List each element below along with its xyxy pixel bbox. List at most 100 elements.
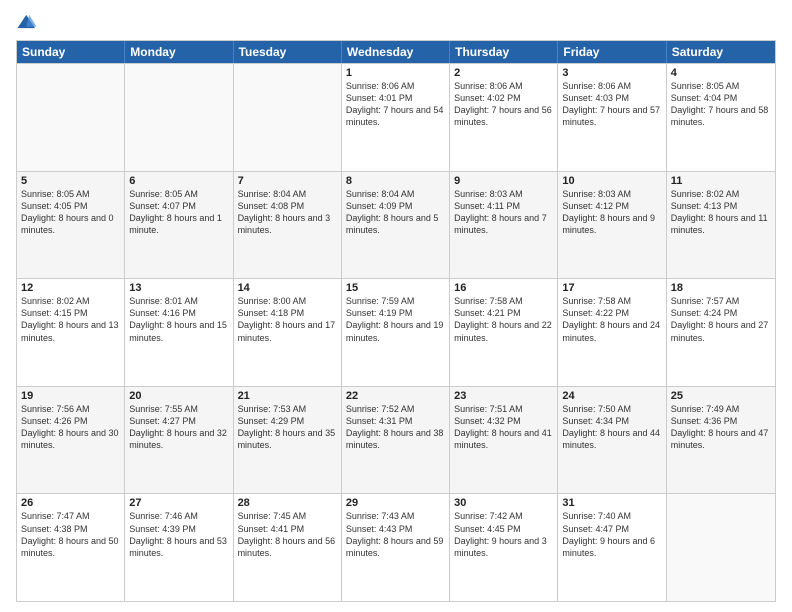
day-info-26: Sunrise: 7:47 AM Sunset: 4:38 PM Dayligh… (21, 510, 120, 559)
day-cell-15: 15Sunrise: 7:59 AM Sunset: 4:19 PM Dayli… (342, 279, 450, 386)
weekday-header-monday: Monday (125, 41, 233, 63)
page: SundayMondayTuesdayWednesdayThursdayFrid… (0, 0, 792, 612)
day-number-20: 20 (129, 390, 228, 402)
day-number-26: 26 (21, 497, 120, 509)
empty-cell-0-1 (125, 64, 233, 171)
day-number-2: 2 (454, 67, 553, 79)
day-cell-17: 17Sunrise: 7:58 AM Sunset: 4:22 PM Dayli… (558, 279, 666, 386)
day-info-4: Sunrise: 8:05 AM Sunset: 4:04 PM Dayligh… (671, 80, 771, 129)
day-number-15: 15 (346, 282, 445, 294)
day-info-20: Sunrise: 7:55 AM Sunset: 4:27 PM Dayligh… (129, 403, 228, 452)
day-info-17: Sunrise: 7:58 AM Sunset: 4:22 PM Dayligh… (562, 295, 661, 344)
day-cell-10: 10Sunrise: 8:03 AM Sunset: 4:12 PM Dayli… (558, 172, 666, 279)
day-info-1: Sunrise: 8:06 AM Sunset: 4:01 PM Dayligh… (346, 80, 445, 129)
day-number-3: 3 (562, 67, 661, 79)
day-number-1: 1 (346, 67, 445, 79)
day-number-13: 13 (129, 282, 228, 294)
day-cell-4: 4Sunrise: 8:05 AM Sunset: 4:04 PM Daylig… (667, 64, 775, 171)
day-number-8: 8 (346, 175, 445, 187)
day-cell-24: 24Sunrise: 7:50 AM Sunset: 4:34 PM Dayli… (558, 387, 666, 494)
day-info-29: Sunrise: 7:43 AM Sunset: 4:43 PM Dayligh… (346, 510, 445, 559)
day-number-29: 29 (346, 497, 445, 509)
day-cell-16: 16Sunrise: 7:58 AM Sunset: 4:21 PM Dayli… (450, 279, 558, 386)
day-number-30: 30 (454, 497, 553, 509)
day-cell-21: 21Sunrise: 7:53 AM Sunset: 4:29 PM Dayli… (234, 387, 342, 494)
day-cell-25: 25Sunrise: 7:49 AM Sunset: 4:36 PM Dayli… (667, 387, 775, 494)
day-number-21: 21 (238, 390, 337, 402)
day-cell-6: 6Sunrise: 8:05 AM Sunset: 4:07 PM Daylig… (125, 172, 233, 279)
day-info-21: Sunrise: 7:53 AM Sunset: 4:29 PM Dayligh… (238, 403, 337, 452)
day-info-22: Sunrise: 7:52 AM Sunset: 4:31 PM Dayligh… (346, 403, 445, 452)
day-number-23: 23 (454, 390, 553, 402)
day-info-30: Sunrise: 7:42 AM Sunset: 4:45 PM Dayligh… (454, 510, 553, 559)
day-cell-8: 8Sunrise: 8:04 AM Sunset: 4:09 PM Daylig… (342, 172, 450, 279)
day-number-10: 10 (562, 175, 661, 187)
day-info-19: Sunrise: 7:56 AM Sunset: 4:26 PM Dayligh… (21, 403, 120, 452)
day-number-16: 16 (454, 282, 553, 294)
day-info-24: Sunrise: 7:50 AM Sunset: 4:34 PM Dayligh… (562, 403, 661, 452)
day-info-31: Sunrise: 7:40 AM Sunset: 4:47 PM Dayligh… (562, 510, 661, 559)
day-number-28: 28 (238, 497, 337, 509)
day-cell-30: 30Sunrise: 7:42 AM Sunset: 4:45 PM Dayli… (450, 494, 558, 601)
day-number-31: 31 (562, 497, 661, 509)
day-cell-29: 29Sunrise: 7:43 AM Sunset: 4:43 PM Dayli… (342, 494, 450, 601)
day-cell-5: 5Sunrise: 8:05 AM Sunset: 4:05 PM Daylig… (17, 172, 125, 279)
day-info-5: Sunrise: 8:05 AM Sunset: 4:05 PM Dayligh… (21, 188, 120, 237)
calendar: SundayMondayTuesdayWednesdayThursdayFrid… (16, 40, 776, 602)
weekday-header-friday: Friday (558, 41, 666, 63)
day-number-12: 12 (21, 282, 120, 294)
day-cell-19: 19Sunrise: 7:56 AM Sunset: 4:26 PM Dayli… (17, 387, 125, 494)
day-number-24: 24 (562, 390, 661, 402)
day-number-9: 9 (454, 175, 553, 187)
day-number-6: 6 (129, 175, 228, 187)
day-number-19: 19 (21, 390, 120, 402)
day-cell-7: 7Sunrise: 8:04 AM Sunset: 4:08 PM Daylig… (234, 172, 342, 279)
day-info-25: Sunrise: 7:49 AM Sunset: 4:36 PM Dayligh… (671, 403, 771, 452)
calendar-row-4: 26Sunrise: 7:47 AM Sunset: 4:38 PM Dayli… (17, 493, 775, 601)
day-cell-28: 28Sunrise: 7:45 AM Sunset: 4:41 PM Dayli… (234, 494, 342, 601)
day-number-14: 14 (238, 282, 337, 294)
day-cell-2: 2Sunrise: 8:06 AM Sunset: 4:02 PM Daylig… (450, 64, 558, 171)
day-cell-26: 26Sunrise: 7:47 AM Sunset: 4:38 PM Dayli… (17, 494, 125, 601)
calendar-row-3: 19Sunrise: 7:56 AM Sunset: 4:26 PM Dayli… (17, 386, 775, 494)
day-info-7: Sunrise: 8:04 AM Sunset: 4:08 PM Dayligh… (238, 188, 337, 237)
day-info-8: Sunrise: 8:04 AM Sunset: 4:09 PM Dayligh… (346, 188, 445, 237)
day-cell-22: 22Sunrise: 7:52 AM Sunset: 4:31 PM Dayli… (342, 387, 450, 494)
day-info-11: Sunrise: 8:02 AM Sunset: 4:13 PM Dayligh… (671, 188, 771, 237)
day-number-22: 22 (346, 390, 445, 402)
day-info-27: Sunrise: 7:46 AM Sunset: 4:39 PM Dayligh… (129, 510, 228, 559)
weekday-header-sunday: Sunday (17, 41, 125, 63)
day-info-14: Sunrise: 8:00 AM Sunset: 4:18 PM Dayligh… (238, 295, 337, 344)
calendar-row-1: 5Sunrise: 8:05 AM Sunset: 4:05 PM Daylig… (17, 171, 775, 279)
day-cell-13: 13Sunrise: 8:01 AM Sunset: 4:16 PM Dayli… (125, 279, 233, 386)
day-cell-1: 1Sunrise: 8:06 AM Sunset: 4:01 PM Daylig… (342, 64, 450, 171)
day-info-15: Sunrise: 7:59 AM Sunset: 4:19 PM Dayligh… (346, 295, 445, 344)
day-cell-18: 18Sunrise: 7:57 AM Sunset: 4:24 PM Dayli… (667, 279, 775, 386)
day-cell-31: 31Sunrise: 7:40 AM Sunset: 4:47 PM Dayli… (558, 494, 666, 601)
day-info-2: Sunrise: 8:06 AM Sunset: 4:02 PM Dayligh… (454, 80, 553, 129)
logo-icon (16, 12, 38, 34)
day-cell-3: 3Sunrise: 8:06 AM Sunset: 4:03 PM Daylig… (558, 64, 666, 171)
day-number-18: 18 (671, 282, 771, 294)
day-number-4: 4 (671, 67, 771, 79)
weekday-header-thursday: Thursday (450, 41, 558, 63)
day-info-28: Sunrise: 7:45 AM Sunset: 4:41 PM Dayligh… (238, 510, 337, 559)
weekday-header-wednesday: Wednesday (342, 41, 450, 63)
day-info-3: Sunrise: 8:06 AM Sunset: 4:03 PM Dayligh… (562, 80, 661, 129)
day-number-5: 5 (21, 175, 120, 187)
calendar-row-0: 1Sunrise: 8:06 AM Sunset: 4:01 PM Daylig… (17, 63, 775, 171)
calendar-row-2: 12Sunrise: 8:02 AM Sunset: 4:15 PM Dayli… (17, 278, 775, 386)
day-info-16: Sunrise: 7:58 AM Sunset: 4:21 PM Dayligh… (454, 295, 553, 344)
calendar-body: 1Sunrise: 8:06 AM Sunset: 4:01 PM Daylig… (17, 63, 775, 601)
day-number-7: 7 (238, 175, 337, 187)
day-number-11: 11 (671, 175, 771, 187)
day-cell-20: 20Sunrise: 7:55 AM Sunset: 4:27 PM Dayli… (125, 387, 233, 494)
day-number-17: 17 (562, 282, 661, 294)
day-info-23: Sunrise: 7:51 AM Sunset: 4:32 PM Dayligh… (454, 403, 553, 452)
empty-cell-0-2 (234, 64, 342, 171)
day-cell-23: 23Sunrise: 7:51 AM Sunset: 4:32 PM Dayli… (450, 387, 558, 494)
day-cell-9: 9Sunrise: 8:03 AM Sunset: 4:11 PM Daylig… (450, 172, 558, 279)
day-cell-27: 27Sunrise: 7:46 AM Sunset: 4:39 PM Dayli… (125, 494, 233, 601)
day-number-27: 27 (129, 497, 228, 509)
day-info-6: Sunrise: 8:05 AM Sunset: 4:07 PM Dayligh… (129, 188, 228, 237)
